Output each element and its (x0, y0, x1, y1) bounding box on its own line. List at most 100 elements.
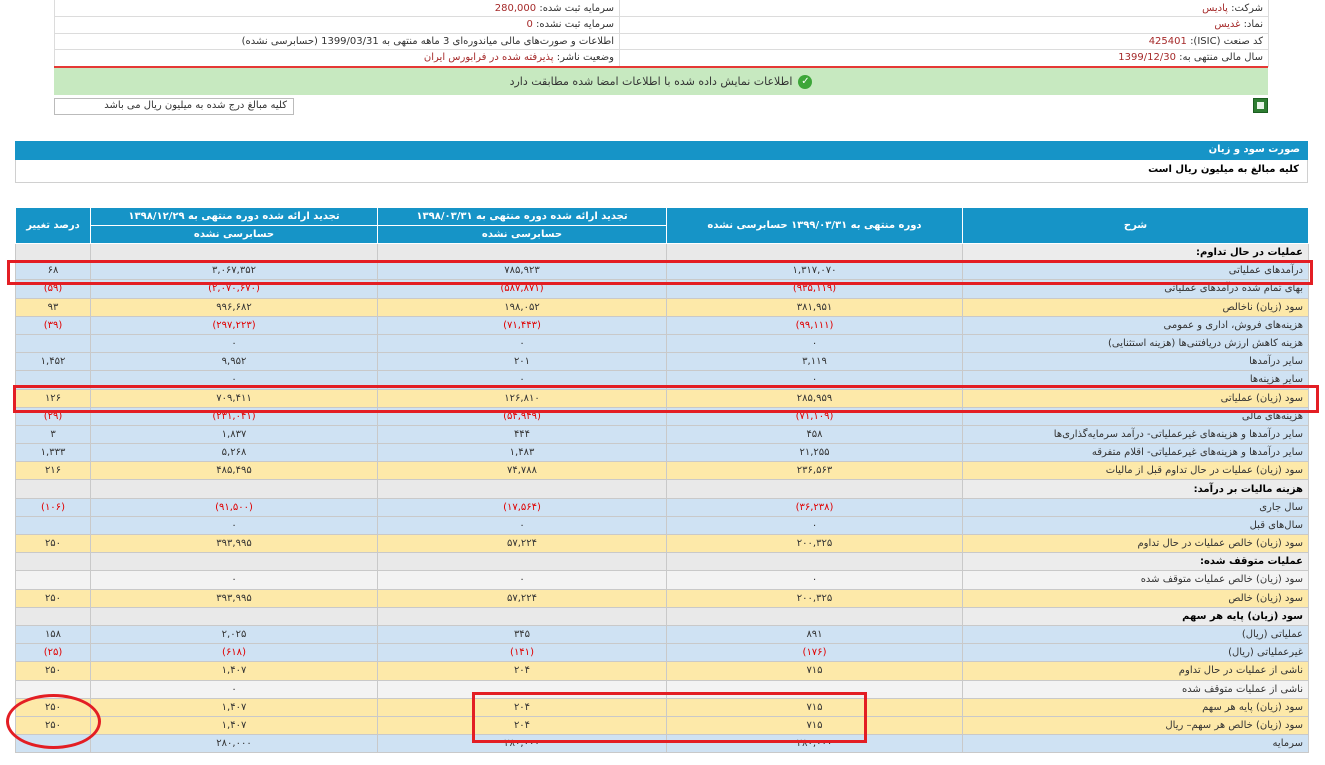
row-description: سایر درآمدها و هزینه‌های غیرعملیاتی- اقل… (962, 443, 1309, 463)
row-value-v1: ۳۸۱,۹۵۱ (666, 297, 963, 317)
row-description: ناشی از عملیات در حال تداوم (962, 661, 1309, 681)
row-value-v4: ۲۵۰ (15, 697, 91, 717)
section-subtitle: کلیه مبالغ به میلیون ریال است (15, 160, 1308, 183)
row-value-v2: (۱۴۱) (377, 643, 667, 663)
row-value-v2: (۱۷,۵۶۴) (377, 497, 667, 517)
info-left-cell: وضعیت ناشر: پذیرفته شده در فرابورس ایران (54, 49, 620, 67)
row-value-v3: (۶۱۸) (90, 643, 378, 663)
row-value-v2: ۰ (377, 333, 667, 354)
row-description: سایر درآمدها (962, 352, 1309, 372)
row-description: غیرعملیاتی (ریال) (962, 643, 1309, 663)
table-row: سود (زیان) پایه هر سهم ۷۱۵ ۲۰۴ ۱,۴۰۷ ۲۵۰ (15, 697, 1309, 717)
row-value-v4: (۵۹) (15, 279, 91, 299)
row-value-v2: ۲۰۴ (377, 715, 667, 736)
info-left-cell: سرمایه ثبت نشده: 0 (54, 16, 620, 34)
row-value-v4: (۳۹) (15, 315, 91, 335)
row-value-v2 (377, 479, 667, 499)
row-value-v2: ۰ (377, 570, 667, 590)
table-row: هزینه‌های مالی (۷۱,۱۰۹) (۵۴,۹۴۹) (۲۳۱,۰۴۱)(… (15, 406, 1309, 426)
row-value-v4 (15, 606, 91, 626)
row-value-v2: ۵۷,۲۲۴ (377, 588, 667, 608)
table-row: سال‌های قبل ۰ ۰ ۰ (15, 515, 1309, 536)
row-value-v3 (90, 606, 378, 626)
row-value-v1 (666, 479, 963, 499)
row-description: سایر هزینه‌ها (962, 370, 1309, 390)
row-value-v2: ۱۲۶,۸۱۰ (377, 388, 667, 408)
row-value-v4 (15, 552, 91, 572)
row-value-v4: ۲۵۰ (15, 588, 91, 608)
row-value-v1: (۳۶,۲۳۸) (666, 497, 963, 517)
row-value-v2: ۵۷,۲۲۴ (377, 533, 667, 554)
info-label: شرکت: (1231, 2, 1263, 14)
section-header-row: سود (زیان) پایه هر سهم (15, 606, 1309, 626)
table-row: سود (زیان) خالص عملیات متوقف شده ۰ ۰ ۰ (15, 570, 1309, 590)
row-description: سود (زیان) خالص عملیات در حال تداوم (962, 533, 1309, 554)
row-value-v3: ۱,۴۰۷ (90, 697, 378, 717)
table-row: درآمدهای عملیاتی ۱,۳۱۷,۰۷۰ ۷۸۵,۹۲۳ ۳,۰۶۷,۳۵… (15, 261, 1309, 281)
row-value-v2: ۱,۴۸۳ (377, 443, 667, 463)
row-value-v1: (۱۷۶) (666, 643, 963, 663)
row-value-v4: ۹۳ (15, 297, 91, 317)
table-row: سایر درآمدها ۳,۱۱۹ ۲۰۱ ۹,۹۵۲ ۱,۴۵۲ (15, 352, 1309, 372)
row-value-v1: ۲۸۰,۰۰۰ (666, 734, 963, 754)
check-icon: ✓ (798, 74, 813, 89)
row-value-v4: ۳ (15, 424, 91, 445)
row-description: سود (زیان) خالص عملیات متوقف شده (962, 570, 1309, 590)
row-value-v2: (۵۸۷,۸۷۱) (377, 279, 667, 299)
row-value-v4: ۱,۳۳۳ (15, 443, 91, 463)
row-value-v4 (15, 370, 91, 390)
row-value-v2: ۲۸۰,۰۰۰ (377, 734, 667, 754)
excel-export-icon[interactable] (1253, 98, 1268, 113)
table-row: سود (زیان) خالص ۲۰۰,۳۲۵ ۵۷,۲۲۴ ۳۹۳,۹۹۵ ۲۵۰ (15, 588, 1309, 608)
info-label: سرمایه ثبت شده: (539, 2, 614, 14)
row-value-v2: ۳۴۵ (377, 624, 667, 645)
row-value-v2: ۴۴۴ (377, 424, 667, 445)
row-description: سود (زیان) پایه هر سهم (962, 697, 1309, 717)
row-value-v3: ۹,۹۵۲ (90, 352, 378, 372)
row-value-v4: ۲۵۰ (15, 661, 91, 681)
row-value-v3: ۵,۲۶۸ (90, 443, 378, 463)
row-value-v1: ۰ (666, 515, 963, 536)
row-description: هزینه‌های فروش، اداری و عمومی (962, 315, 1309, 335)
row-description: سال‌های قبل (962, 515, 1309, 536)
row-description: عملیات در حال تداوم: (962, 242, 1309, 263)
row-description: ناشی از عملیات متوقف شده (962, 679, 1309, 699)
row-value-v1: ۴۵۸ (666, 424, 963, 445)
section-title: صورت سود و زیان (15, 141, 1308, 160)
row-value-v3: ۰ (90, 570, 378, 590)
row-value-v3: ۹۹۶,۶۸۲ (90, 297, 378, 317)
row-value-v3: ۲,۰۲۵ (90, 624, 378, 645)
row-value-v3 (90, 552, 378, 572)
row-value-v1: ۰ (666, 370, 963, 390)
row-value-v3: (۲۳۱,۰۴۱) (90, 406, 378, 426)
row-value-v2 (377, 242, 667, 263)
row-description: درآمدهای عملیاتی (962, 261, 1309, 281)
info-row: سرمایه ثبت نشده: 0 نماد: غدیس (54, 16, 1269, 34)
row-value-v1: ۲۰۰,۳۲۵ (666, 533, 963, 554)
row-value-v4: ۱,۴۵۲ (15, 352, 91, 372)
company-info-panel: سرمایه ثبت شده: 280,000 شرکت: پادیس سرمایه… (54, 0, 1269, 67)
row-value-v3 (90, 242, 378, 263)
row-value-v1: ۲۰۰,۳۲۵ (666, 588, 963, 608)
info-right-cell: سال مالی منتهی به: 1399/12/30 (619, 49, 1269, 67)
row-value-v3: ۳۹۳,۹۹۵ (90, 588, 378, 608)
table-row: سایر هزینه‌ها ۰ ۰ ۰ (15, 370, 1309, 390)
info-value: 0 (526, 19, 533, 31)
row-value-v1: (۹۳۵,۱۱۹) (666, 279, 963, 299)
row-description: سال جاری (962, 497, 1309, 517)
row-value-v2 (377, 606, 667, 626)
row-value-v3: ۳,۰۶۷,۳۵۲ (90, 261, 378, 281)
header-description: شرح (962, 207, 1309, 244)
row-value-v2: (۵۴,۹۴۹) (377, 406, 667, 426)
income-statement-table: شرح دوره منتهی به ۱۳۹۹/۰۳/۳۱ حسابرسی نشد… (15, 207, 1309, 754)
info-row: اطلاعات و صورت‌های مالی میاندوره‌ای 3 ما… (54, 33, 1269, 50)
row-value-v4 (15, 734, 91, 754)
info-right-cell: نماد: غدیس (619, 16, 1269, 34)
row-value-v3: (۹۱,۵۰۰) (90, 497, 378, 517)
row-value-v3: ۰ (90, 679, 378, 699)
header-period-prior-year: تجدید ارائه شده دوره منتهی به ۱۳۹۸/۱۲/۲۹ (90, 207, 378, 226)
table-row: سود (زیان) عملیاتی ۲۸۵,۹۵۹ ۱۲۶,۸۱۰ ۷۰۹,۴۱۱ ۱… (15, 388, 1309, 408)
verification-banner: ✓ اطلاعات نمایش داده شده با اطلاعات امضا… (54, 66, 1268, 95)
row-value-v1: (۷۱,۱۰۹) (666, 406, 963, 426)
row-value-v3: ۱,۸۳۷ (90, 424, 378, 445)
